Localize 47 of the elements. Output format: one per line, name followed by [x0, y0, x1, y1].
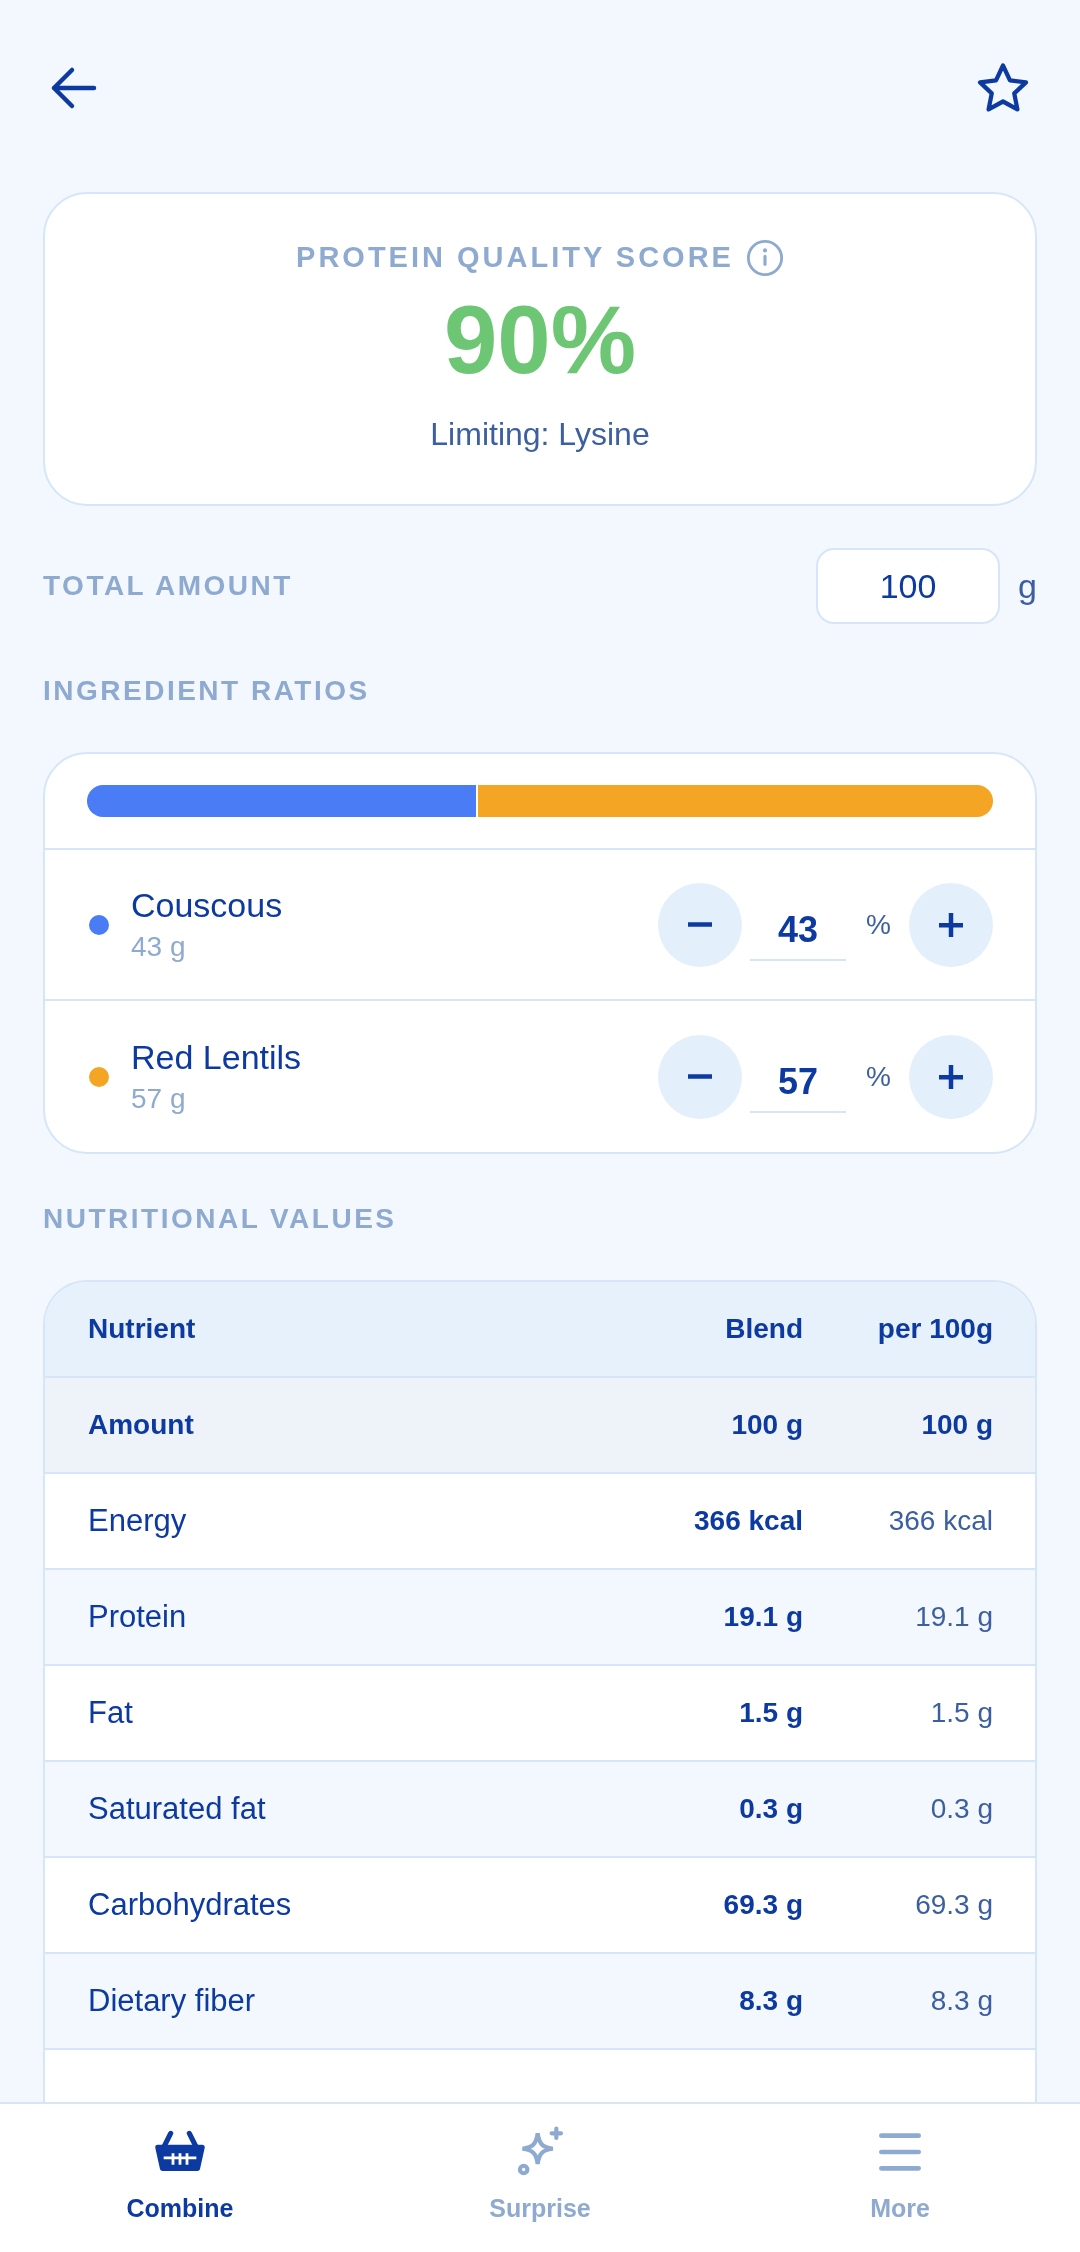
score-title: PROTEIN QUALITY SCORE	[296, 240, 734, 275]
table-cell-text: 0.3 g	[738, 1792, 803, 1826]
table-cell-text: 0.3 g	[929, 1792, 993, 1826]
percent-field[interactable]: 43	[750, 900, 847, 961]
percent-field[interactable]: 57	[750, 1052, 847, 1113]
amount-field[interactable]: 100	[816, 548, 1001, 624]
ingredient-name: Red Lentils	[131, 1036, 303, 1078]
table-cell-text: Energy	[88, 1501, 188, 1540]
percent-sign: %	[866, 1059, 891, 1094]
table-cell-text: 366 kcal	[887, 1504, 993, 1538]
back-icon[interactable]	[50, 66, 98, 110]
limiting-text: Limiting: Lysine	[430, 414, 650, 454]
column-header: Blend	[724, 1312, 803, 1346]
section-heading: INGREDIENT RATIOS	[43, 674, 371, 708]
section-heading: NUTRITIONAL VALUES	[43, 1202, 398, 1236]
table-cell-text: Dietary fiber	[88, 1981, 257, 2020]
ingredient-amount: 43 g	[131, 929, 187, 964]
minus-icon	[688, 1074, 713, 1079]
score-value: 90%	[443, 291, 637, 388]
table-cell-text: Amount	[88, 1408, 195, 1442]
table-cell-text: 19.1 g	[722, 1600, 803, 1634]
table-cell-text: Fat	[88, 1693, 134, 1732]
plus-icon	[939, 912, 963, 937]
column-header: per 100g	[876, 1312, 993, 1346]
table-cell-text: 8.3 g	[738, 1984, 803, 2018]
percent-sign: %	[866, 907, 891, 942]
table-cell-text: 100 g	[920, 1408, 993, 1442]
table-cell-text: 366 kcal	[693, 1504, 803, 1538]
nav-tab[interactable]: Combine	[0, 2104, 360, 2252]
table-cell-text: 69.3 g	[914, 1888, 993, 1922]
ingredient-amount: 57 g	[131, 1081, 187, 1116]
minus-icon	[688, 922, 713, 927]
table-cell-text: 69.3 g	[722, 1888, 803, 1922]
table-cell-text: 19.1 g	[914, 1600, 993, 1634]
table-cell-text: 1.5 g	[929, 1696, 993, 1730]
ingredient-name: Couscous	[131, 884, 284, 926]
table-cell-text: Carbohydrates	[88, 1885, 293, 1924]
plus-icon	[939, 1064, 963, 1089]
table-cell-text: Protein	[88, 1597, 188, 1636]
column-header: Nutrient	[88, 1312, 197, 1346]
table-cell-text: 8.3 g	[929, 1984, 993, 2018]
table-cell-text: Saturated fat	[88, 1789, 267, 1828]
star-icon[interactable]	[976, 62, 1030, 114]
table-cell-text: 100 g	[730, 1408, 803, 1442]
unit-label: g	[1018, 565, 1037, 607]
table-cell-text: 1.5 g	[738, 1696, 803, 1730]
total-amount-label: TOTAL AMOUNT	[43, 569, 293, 603]
